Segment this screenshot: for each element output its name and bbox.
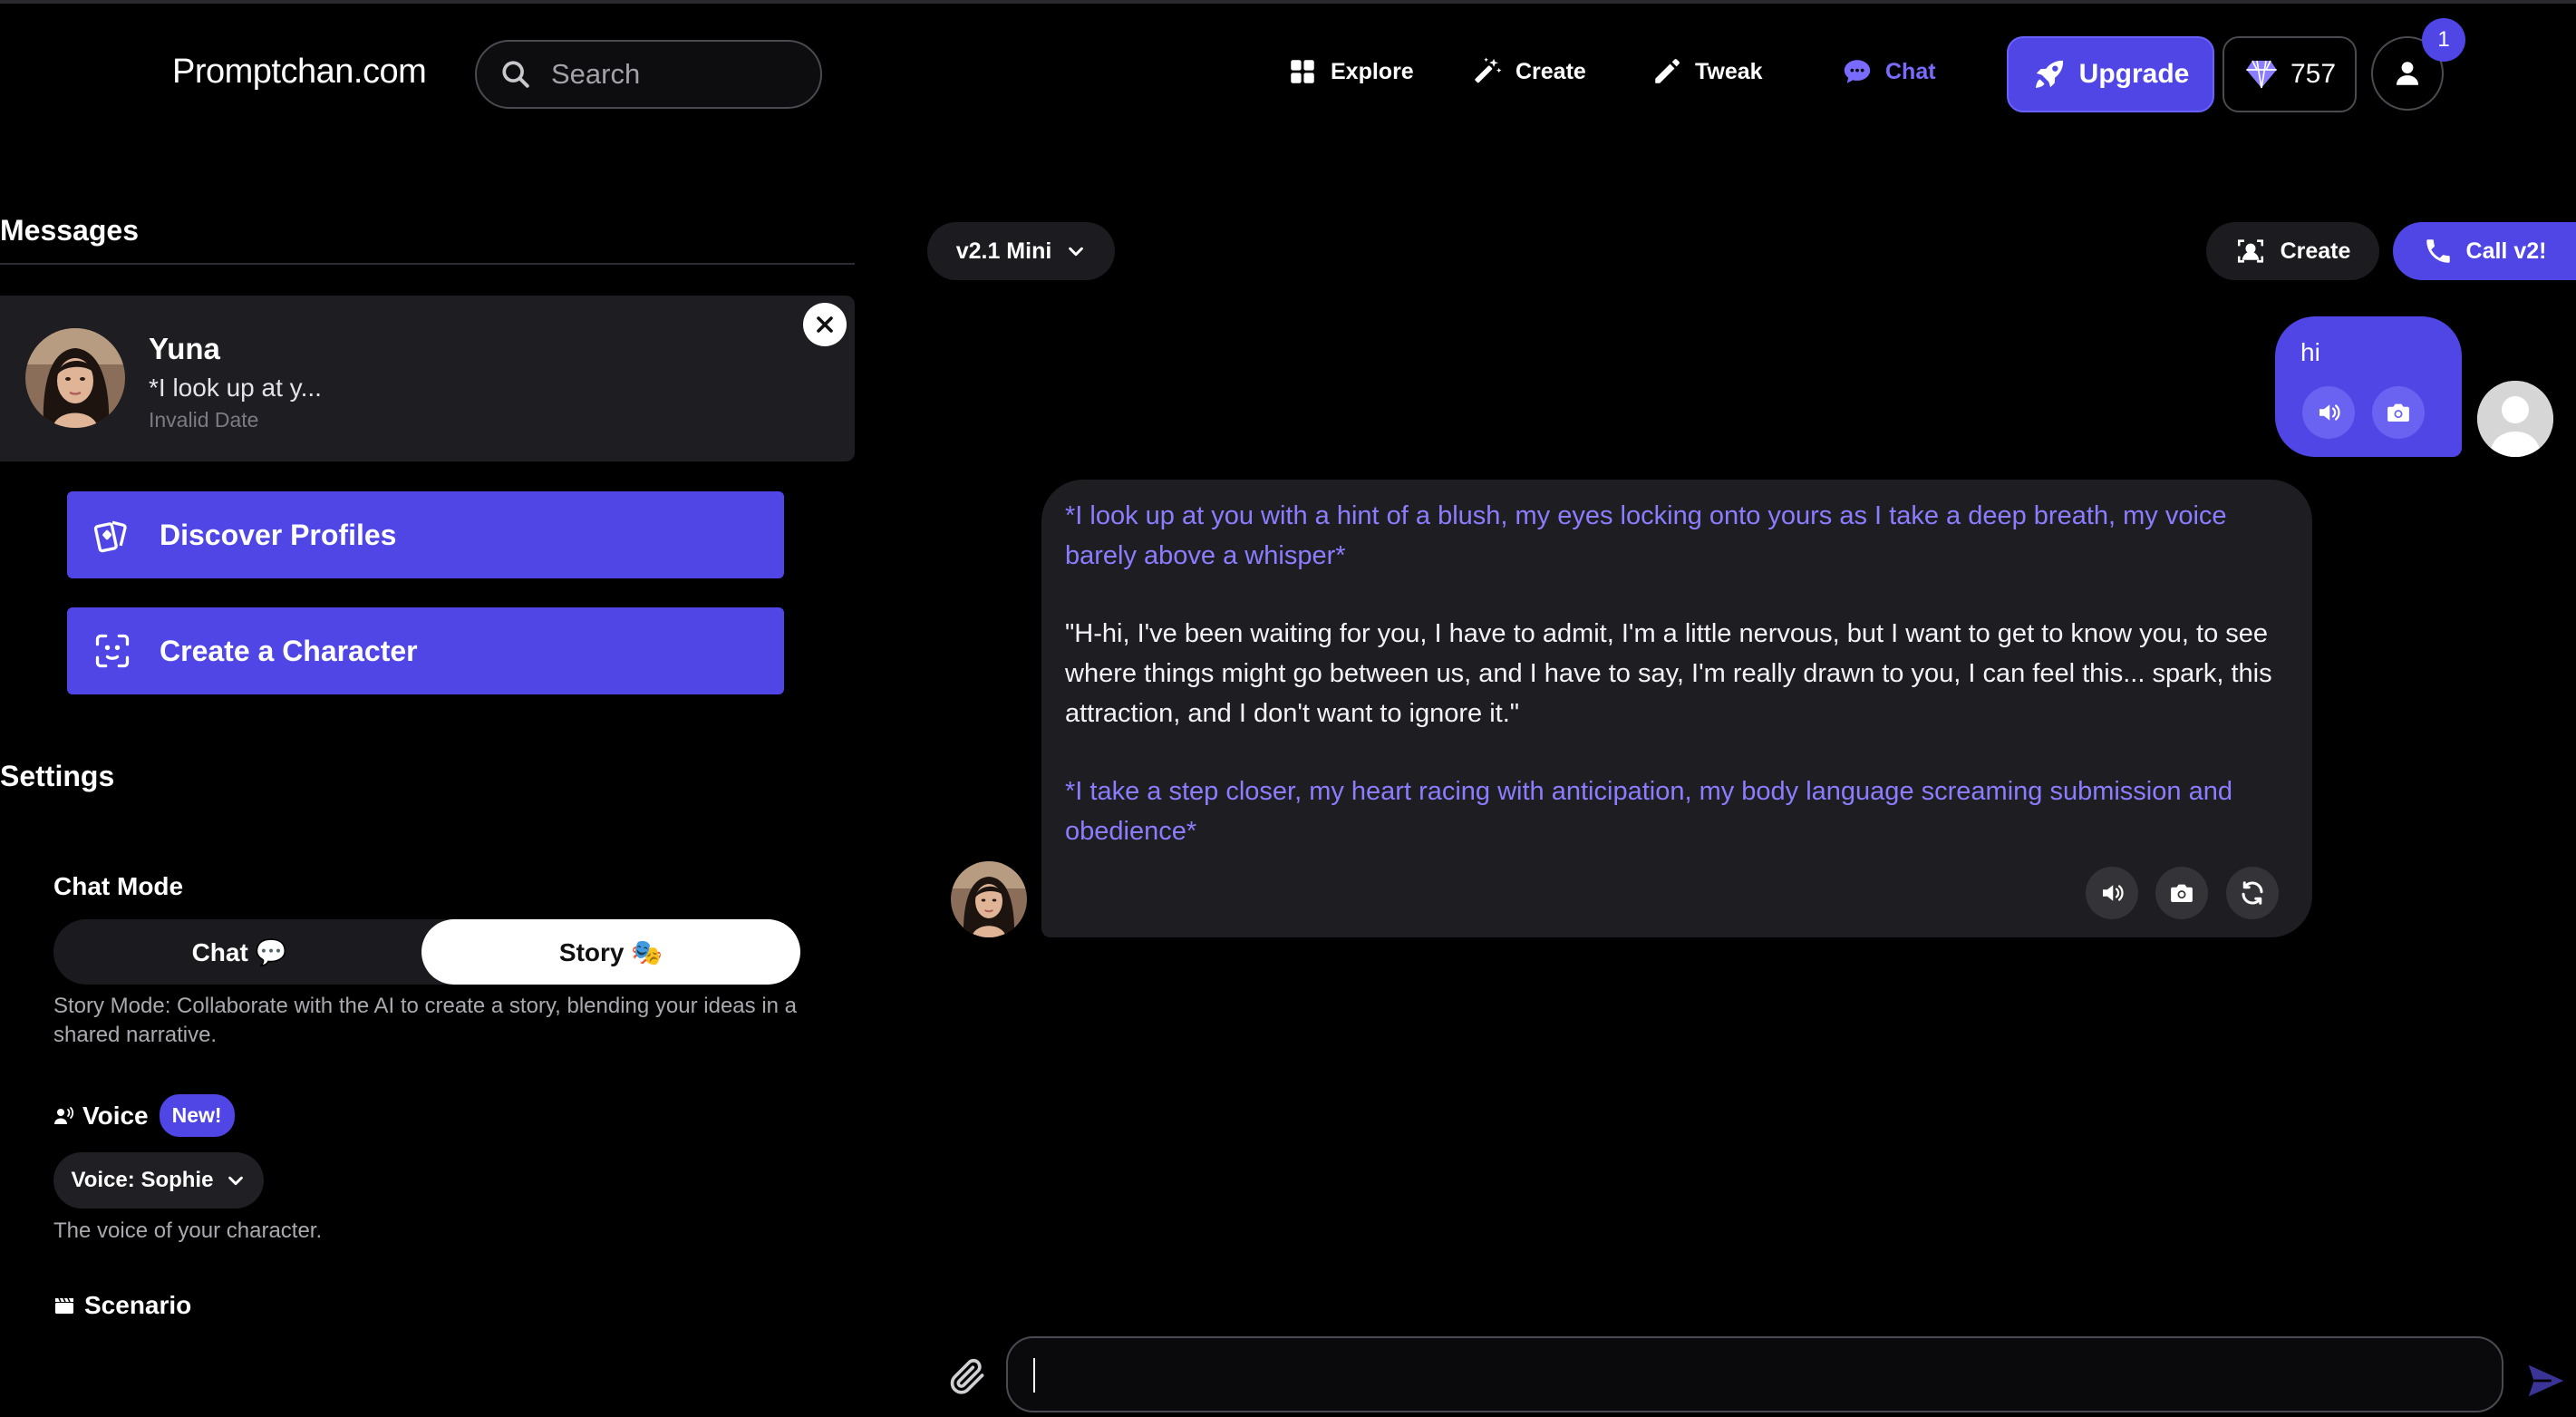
call-button[interactable]: Call v2! [2393,222,2576,280]
discover-profiles-button[interactable]: Discover Profiles [67,491,784,578]
scenario-header[interactable]: Scenario [53,1291,191,1320]
speaker-icon [2103,885,2124,901]
chat-mode-toggle: Chat 💬 Story 🎭 [53,919,800,985]
camera-icon [2387,403,2409,422]
divider [0,263,855,265]
settings-title: Settings [0,760,115,792]
conversation-name: Yuna [149,332,220,365]
model-select-value: v2.1 Mini [955,238,1052,264]
logo[interactable]: Promptchan.com [172,53,427,92]
chevron-down-icon [1069,247,1084,257]
character-avatar [25,328,125,428]
rocket-icon [2035,60,2063,89]
chat-mode-description: Story Mode: Collaborate with the AI to c… [53,994,798,1047]
bot-message-bubble: *I look up at you with a hint of a blush… [1041,480,2312,937]
refresh-icon [2242,881,2263,905]
messages-title: Messages [0,214,139,247]
voice-select-value: Voice: Sophie [71,1168,214,1192]
text-caret [1033,1358,1035,1393]
chat-mode-option-story[interactable]: Story 🎭 [421,919,800,985]
regenerate-button[interactable] [2226,867,2279,919]
nav-chat[interactable]: Chat [1842,56,1936,87]
generate-image-button[interactable] [2155,867,2208,919]
message-input[interactable] [1006,1336,2503,1412]
bot-action-text: *I look up at you with a hint of a blush… [1065,501,2227,570]
create-button-label: Create [2280,238,2351,264]
nav-explore[interactable]: Explore [1287,56,1414,87]
bot-speech-text: "H-hi, I've been waiting for you, I have… [1065,619,2272,728]
nav-create-label: Create [1516,58,1586,84]
upgrade-label: Upgrade [2078,59,2190,89]
nav-tweak[interactable]: Tweak [1651,56,1763,87]
user-message-text: hi [2300,338,2320,366]
chat-mode-label: Chat Mode [53,872,184,900]
grid-icon [1291,60,1314,83]
gems-balance[interactable]: 757 [2223,36,2357,112]
generate-image-button[interactable] [2372,386,2425,439]
nav-chat-label: Chat [1885,58,1936,84]
conversation-preview: *I look up at y... [149,374,322,402]
search-icon [502,61,529,88]
conversation-date: Invalid Date [149,408,259,432]
conversation-item[interactable]: Yuna *I look up at y... Invalid Date [0,296,855,461]
close-icon [817,316,833,333]
phone-icon [2426,239,2450,263]
model-select[interactable]: v2.1 Mini [927,222,1115,280]
create-character-button[interactable]: Create a Character [67,607,784,694]
search-box[interactable] [475,40,822,109]
bot-action-text: *I take a step closer, my heart racing w… [1065,777,2232,846]
top-border [0,0,2576,4]
discover-profiles-label: Discover Profiles [160,518,397,551]
speaking-person-icon [54,1106,74,1124]
upgrade-button[interactable]: Upgrade [2007,36,2214,112]
face-scan-icon [95,634,130,668]
chat-mode-option-chat[interactable]: Chat 💬 [53,919,425,985]
scenario-label: Scenario [84,1291,192,1319]
play-audio-button[interactable] [2302,386,2355,439]
create-button[interactable]: Create [2206,222,2379,280]
notification-badge[interactable]: 1 [2422,18,2465,62]
speaker-icon [2319,404,2340,421]
search-input[interactable] [551,58,805,91]
camera-icon [2171,884,2193,902]
user-icon [2396,62,2419,85]
chat-bubble-icon [1844,60,1871,83]
voice-header: Voice New! [53,1094,235,1137]
voice-label: Voice [82,1101,149,1130]
call-button-label: Call v2! [2465,238,2547,264]
voice-select[interactable]: Voice: Sophie [53,1152,264,1208]
play-audio-button[interactable] [2086,867,2138,919]
cards-icon [93,520,127,553]
user-avatar [2477,381,2553,457]
close-conversation-button[interactable] [803,303,847,346]
nav-tweak-label: Tweak [1695,58,1763,84]
chevron-down-icon [228,1176,244,1186]
nav-explore-label: Explore [1331,58,1414,84]
gems-count: 757 [2290,59,2337,89]
create-character-label: Create a Character [160,634,418,667]
pencil-icon [1655,59,1680,83]
voice-description: The voice of your character. [53,1218,323,1243]
magic-wand-icon [1475,57,1502,83]
clapperboard-icon [55,1297,73,1314]
nav-create[interactable]: Create [1472,56,1586,87]
user-message-bubble: hi [2275,316,2462,457]
new-badge: New! [159,1094,235,1137]
paperclip-icon[interactable] [948,1356,988,1396]
portrait-scan-icon [2237,239,2263,263]
character-avatar [951,861,1027,937]
diamond-icon [2246,60,2277,89]
send-icon[interactable] [2525,1360,2567,1402]
